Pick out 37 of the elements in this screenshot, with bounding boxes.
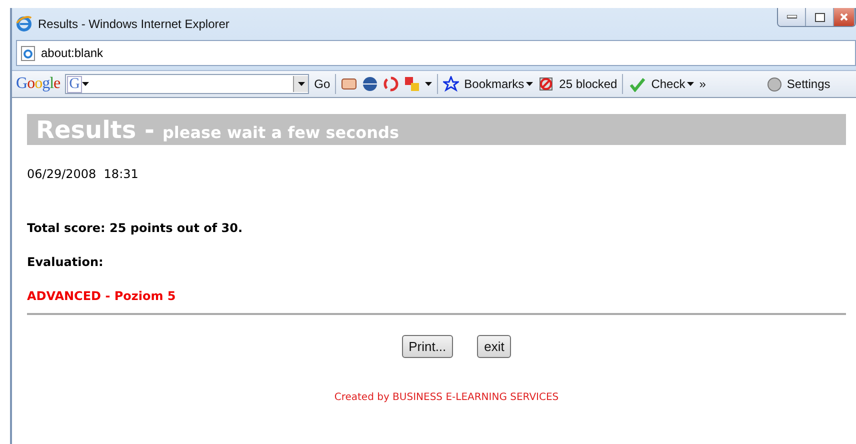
- results-subheading: please wait a few seconds: [162, 123, 399, 142]
- blocked-popup-icon: [538, 76, 554, 92]
- results-heading: Results -: [36, 116, 154, 144]
- evaluation-result: ADVANCED - Poziom 5: [27, 289, 177, 303]
- date-time: 06/29/2008 18:31: [27, 167, 140, 181]
- caret-icon: [687, 82, 694, 86]
- spellcheck-icon: [628, 76, 646, 92]
- browser-logo-icon: [16, 16, 32, 32]
- more-button[interactable]: »: [699, 77, 706, 91]
- exit-button[interactable]: exit: [477, 335, 512, 358]
- print-button[interactable]: Print...: [402, 335, 454, 358]
- caret-icon: [82, 82, 89, 86]
- footer-credit: Created by BUSINESS E-LEARNING SERVICES: [334, 392, 559, 403]
- caret-icon: [298, 82, 305, 86]
- close-button[interactable]: [834, 8, 855, 26]
- caret-icon: [526, 82, 534, 86]
- settings-button[interactable]: Settings: [786, 77, 830, 91]
- maximize-button[interactable]: [806, 8, 834, 26]
- window-title: Results - Windows Internet Explorer: [38, 17, 230, 31]
- close-icon: [840, 13, 848, 21]
- popup-blocker-button[interactable]: 25 blocked: [559, 77, 618, 91]
- google-logo: Google: [16, 75, 60, 93]
- minimize-icon: [786, 15, 796, 19]
- total-score: Total score: 25 points out of 30.: [27, 221, 244, 235]
- caret-icon: [425, 82, 432, 86]
- bookmarks-button[interactable]: Bookmarks: [464, 77, 534, 91]
- address-bar[interactable]: about:blank: [16, 40, 856, 66]
- minimize-button[interactable]: [778, 8, 806, 26]
- search-field[interactable]: G: [65, 74, 310, 94]
- maximize-icon: [814, 12, 824, 22]
- page-icon: [21, 46, 35, 60]
- settings-icon: [766, 76, 782, 92]
- evaluation-label: Evaluation:: [27, 255, 104, 269]
- check-button[interactable]: Check: [651, 77, 694, 91]
- globe-icon[interactable]: [362, 76, 378, 92]
- go-button[interactable]: Go: [314, 77, 330, 91]
- star-icon[interactable]: [443, 76, 460, 92]
